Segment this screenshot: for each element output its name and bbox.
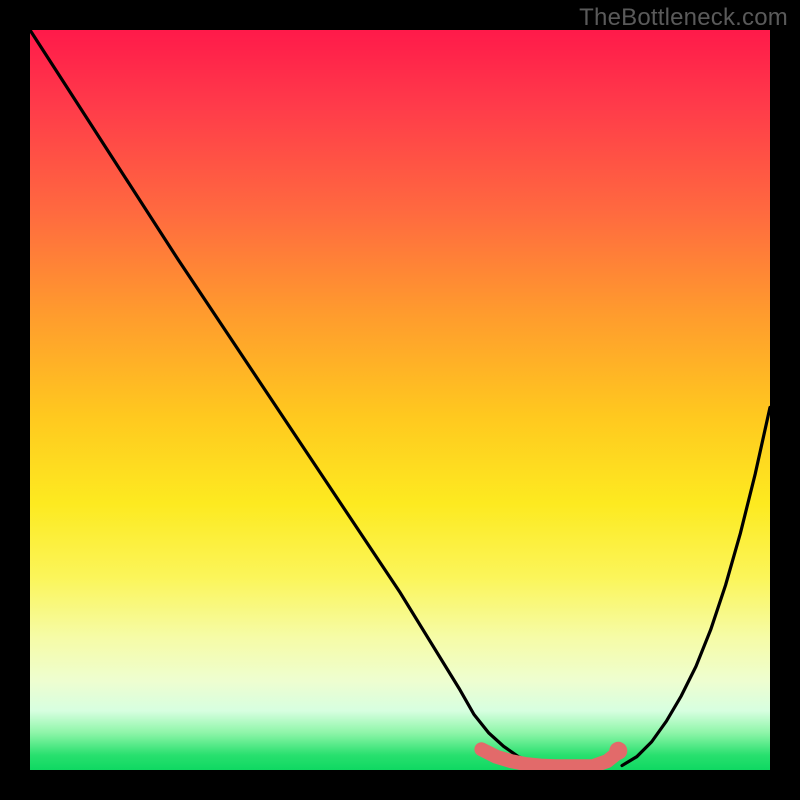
accent-dot-icon — [609, 742, 627, 760]
accent-segment — [481, 749, 618, 766]
left-curve — [30, 30, 563, 768]
chart-frame: TheBottleneck.com — [0, 0, 800, 800]
watermark-text: TheBottleneck.com — [579, 4, 788, 32]
curve-layer — [30, 30, 770, 770]
plot-area — [30, 30, 770, 770]
right-curve — [622, 407, 770, 765]
